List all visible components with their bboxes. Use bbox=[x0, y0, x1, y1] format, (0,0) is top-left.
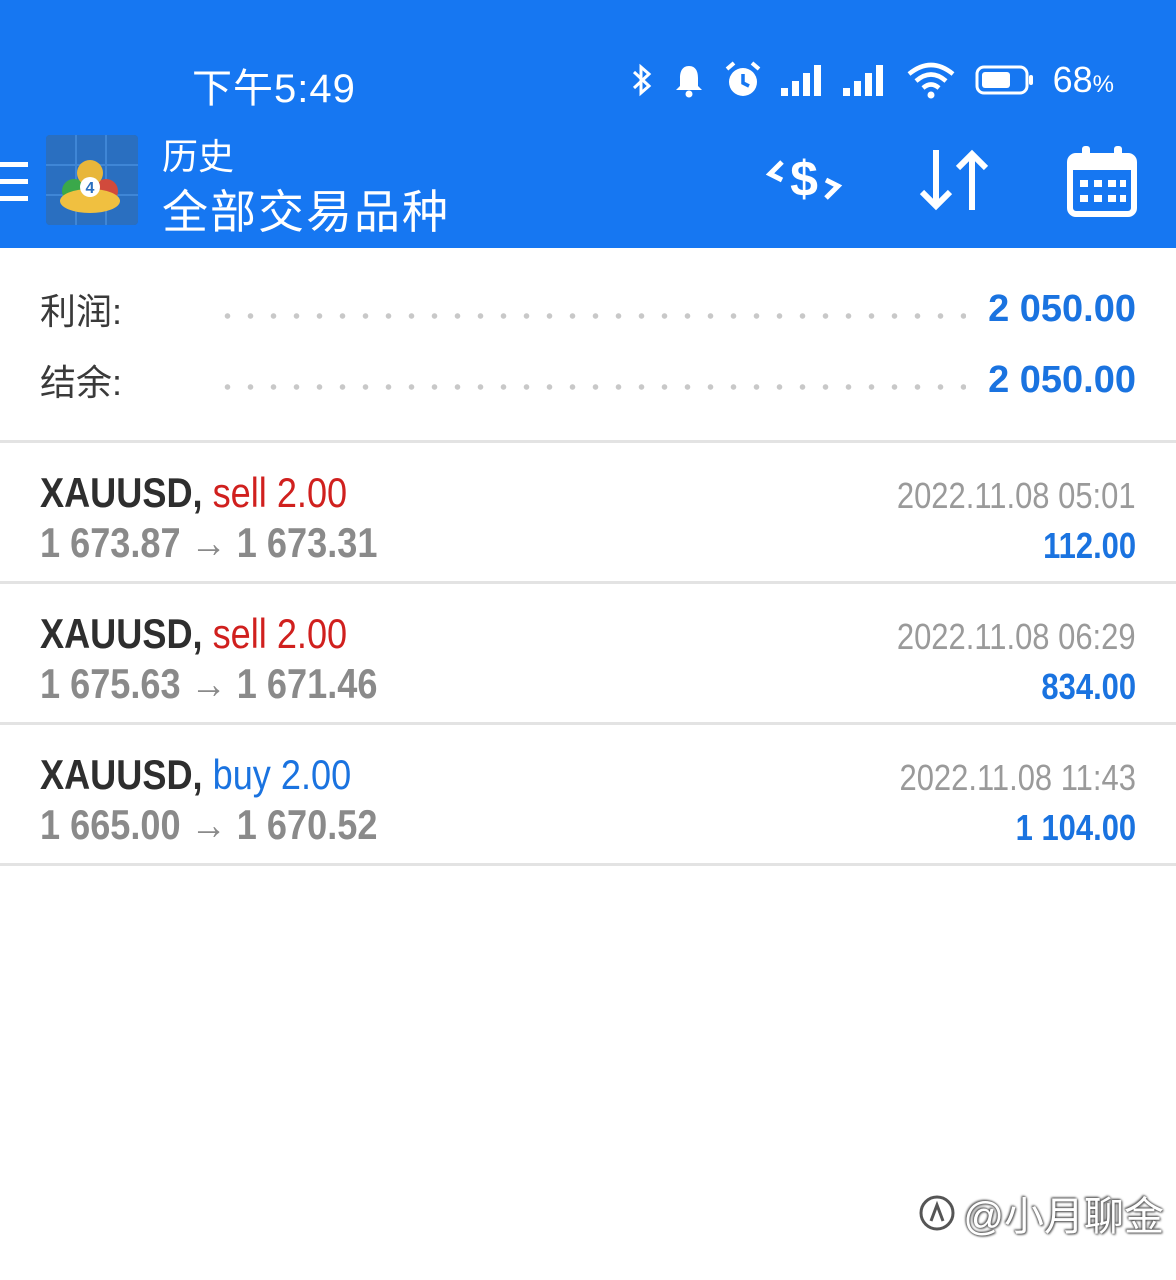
trade-prices: 1 665.00 → 1 670.52 bbox=[40, 801, 377, 849]
alarm-icon bbox=[725, 61, 760, 96]
profit-value: 2 050.00 bbox=[988, 287, 1136, 330]
trade-symbol: XAUUSD, bbox=[40, 610, 203, 657]
trade-time: 2022.11.08 05:01 bbox=[897, 475, 1136, 516]
svg-text:$: $ bbox=[790, 151, 818, 207]
trade-row[interactable]: XAUUSD, sell 2.00 1 675.63 → 1 671.46 20… bbox=[0, 584, 1176, 725]
trade-time: 2022.11.08 11:43 bbox=[899, 757, 1136, 798]
summary-panel: 利润: 2 050.00 结余: 2 050.00 bbox=[0, 248, 1176, 443]
trade-symbol: XAUUSD, bbox=[40, 751, 203, 798]
trade-prices: 1 673.87 → 1 673.31 bbox=[40, 519, 377, 567]
balance-value: 2 050.00 bbox=[988, 358, 1136, 401]
open-price: 1 665.00 bbox=[40, 801, 181, 848]
open-price: 1 673.87 bbox=[40, 519, 181, 566]
toolbar-title: 历史 bbox=[162, 136, 235, 177]
trade-history-list: XAUUSD, sell 2.00 1 673.87 → 1 673.31 20… bbox=[0, 443, 1176, 866]
svg-text:4: 4 bbox=[86, 180, 95, 197]
close-price: 1 673.31 bbox=[236, 519, 378, 566]
top-app-bar: 下午5:49 68% 4 历史 全部交易品种 $ bbox=[0, 0, 1176, 248]
close-price: 1 671.46 bbox=[236, 660, 378, 707]
trade-profit: 834.00 bbox=[1041, 666, 1136, 707]
trade-row[interactable]: XAUUSD, sell 2.00 1 673.87 → 1 673.31 20… bbox=[0, 443, 1176, 584]
trade-header: XAUUSD, sell 2.00 bbox=[40, 610, 347, 658]
wifi-icon bbox=[907, 62, 955, 99]
arrow-icon: → bbox=[190, 801, 227, 848]
calendar-icon[interactable] bbox=[1066, 144, 1138, 218]
trade-row[interactable]: XAUUSD, buy 2.00 1 665.00 → 1 670.52 202… bbox=[0, 725, 1176, 866]
app-logo: 4 bbox=[46, 135, 138, 225]
menu-icon[interactable] bbox=[0, 160, 30, 204]
profit-label: 利润: bbox=[40, 291, 123, 332]
trade-type: sell 2.00 bbox=[212, 610, 348, 657]
arrow-icon: → bbox=[190, 660, 227, 707]
watermark-logo-icon bbox=[919, 1195, 955, 1231]
trade-profit: 1 104.00 bbox=[1015, 807, 1136, 848]
trade-profit: 112.00 bbox=[1043, 525, 1136, 566]
battery-icon bbox=[975, 65, 1033, 95]
profit-row: 利润: 2 050.00 bbox=[40, 284, 1136, 334]
currency-exchange-icon[interactable]: $ bbox=[764, 140, 844, 220]
sort-icon[interactable] bbox=[914, 140, 994, 220]
open-price: 1 675.63 bbox=[40, 660, 181, 707]
watermark: @小月聊金 bbox=[917, 1184, 1164, 1242]
trade-header: XAUUSD, sell 2.00 bbox=[40, 469, 347, 517]
balance-label: 结余: bbox=[40, 362, 123, 403]
watermark-text: @小月聊金 bbox=[963, 1195, 1164, 1239]
trade-header: XAUUSD, buy 2.00 bbox=[40, 751, 351, 799]
dotted-leader bbox=[216, 384, 967, 390]
arrow-icon: → bbox=[190, 519, 227, 566]
close-price: 1 670.52 bbox=[236, 801, 378, 848]
symbol-filter[interactable]: 全部交易品种 bbox=[162, 176, 450, 242]
trade-prices: 1 675.63 → 1 671.46 bbox=[40, 660, 377, 708]
dotted-leader bbox=[216, 313, 967, 319]
signal-1-icon bbox=[780, 65, 821, 96]
trade-type: sell 2.00 bbox=[212, 469, 348, 516]
status-icons: 68% bbox=[629, 52, 1114, 108]
bluetooth-icon bbox=[632, 63, 651, 97]
trade-symbol: XAUUSD, bbox=[40, 469, 203, 516]
status-time: 下午5:49 bbox=[192, 67, 356, 111]
trade-time: 2022.11.08 06:29 bbox=[897, 616, 1136, 657]
battery-percent: 68% bbox=[1052, 59, 1114, 100]
notification-bell-icon bbox=[675, 66, 702, 98]
signal-2-icon bbox=[842, 65, 883, 96]
trade-type: buy 2.00 bbox=[212, 751, 352, 798]
balance-row: 结余: 2 050.00 bbox=[40, 355, 1136, 405]
